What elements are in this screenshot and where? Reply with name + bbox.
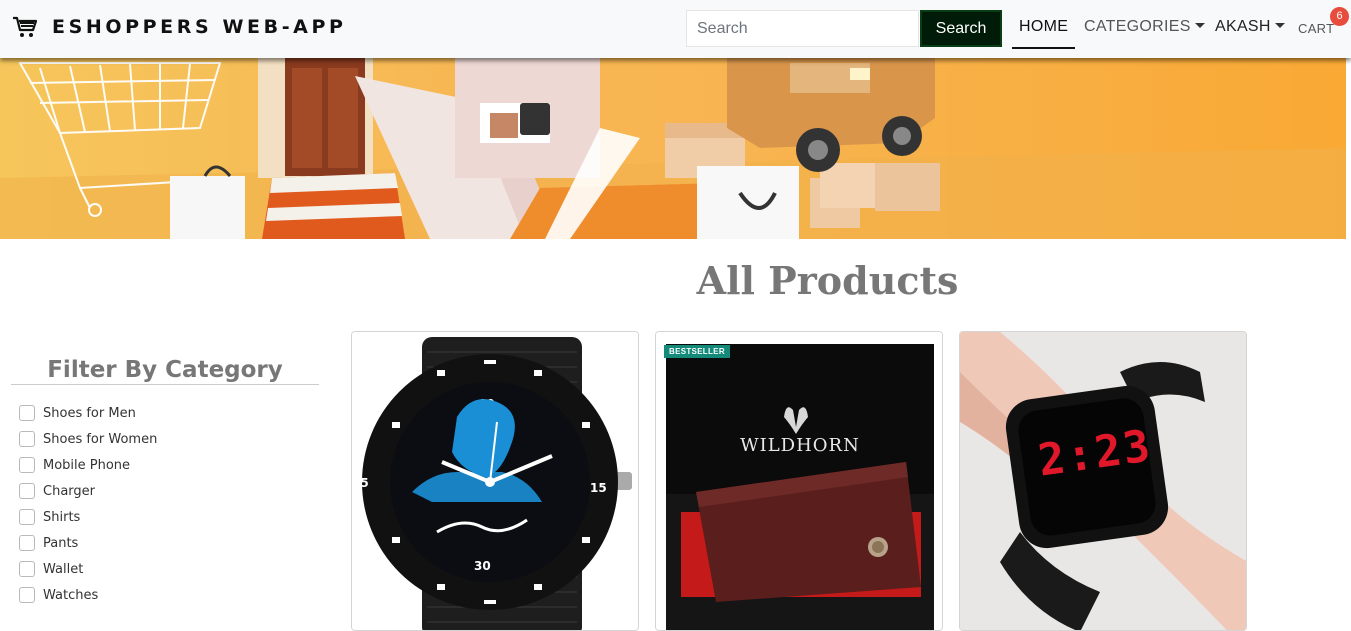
product-image-digital-watch [960, 332, 1246, 630]
nav-cart-link[interactable]: CART [1298, 21, 1334, 36]
category-label: Wallet [43, 561, 84, 577]
bestseller-badge: BESTSELLER [664, 345, 730, 358]
page-title: All Products [696, 258, 959, 303]
category-checkbox[interactable] [19, 431, 35, 447]
category-checkbox[interactable] [19, 561, 35, 577]
brand-name: ESHOPPERS WEB-APP [52, 16, 347, 38]
brand-link[interactable]: ESHOPPERS WEB-APP [12, 15, 347, 39]
search-input[interactable] [686, 10, 919, 47]
category-label: Watches [43, 587, 99, 603]
category-filter-item[interactable]: Pants [19, 530, 157, 556]
svg-text:30: 30 [474, 559, 491, 573]
category-label: Shoes for Women [43, 431, 158, 447]
nav-categories-label: CATEGORIES [1084, 18, 1191, 35]
category-label: Mobile Phone [43, 457, 131, 473]
caret-down-icon [1194, 23, 1205, 28]
nav-user-label: AKASH [1215, 18, 1271, 35]
filter-divider [11, 384, 319, 385]
category-filter-item[interactable]: Wallet [19, 556, 157, 582]
product-brand-print: WILDHORN [740, 435, 860, 456]
category-checkbox[interactable] [19, 535, 35, 551]
shopping-cart-icon [13, 16, 38, 37]
cart-count-badge: 6 [1330, 7, 1349, 26]
banner-edge [1346, 58, 1351, 239]
category-checkbox[interactable] [19, 457, 35, 473]
category-label: Charger [43, 483, 95, 499]
category-filter-item[interactable]: Mobile Phone [19, 452, 157, 478]
filter-title: Filter By Category [47, 357, 283, 383]
banner-illustration [0, 58, 1351, 239]
product-card[interactable]: 60 30 45 15 [351, 331, 639, 631]
product-image-wallet [656, 332, 942, 630]
caret-down-icon [1274, 23, 1285, 28]
category-filter-list: Shoes for Men Shoes for Women Mobile Pho… [19, 400, 157, 608]
product-card[interactable]: 2:23 [959, 331, 1247, 631]
active-nav-indicator [1012, 47, 1075, 49]
category-label: Shirts [43, 509, 81, 525]
svg-text:45: 45 [352, 476, 369, 490]
nav-categories-dropdown[interactable]: CATEGORIES [1084, 18, 1205, 36]
category-filter-item[interactable]: Shirts [19, 504, 157, 530]
category-filter-item[interactable]: Charger [19, 478, 157, 504]
nav-user-dropdown[interactable]: AKASH [1215, 18, 1285, 36]
svg-text:15: 15 [590, 481, 607, 495]
category-checkbox[interactable] [19, 587, 35, 603]
category-checkbox[interactable] [19, 405, 35, 421]
category-filter-item[interactable]: Shoes for Men [19, 400, 157, 426]
search-button[interactable]: Search [920, 10, 1002, 47]
category-filter-item[interactable]: Watches [19, 582, 157, 608]
nav-home-link[interactable]: HOME [1019, 18, 1068, 36]
product-image-analog-watch: 60 30 45 15 [352, 332, 638, 630]
category-filter-item[interactable]: Shoes for Women [19, 426, 157, 452]
category-checkbox[interactable] [19, 509, 35, 525]
product-card[interactable]: BESTSELLER WILDHORN [655, 331, 943, 631]
category-checkbox[interactable] [19, 483, 35, 499]
category-label: Pants [43, 535, 79, 551]
top-navbar: ESHOPPERS WEB-APP Search HOME CATEGORIES… [0, 0, 1351, 58]
category-label: Shoes for Men [43, 405, 136, 421]
hero-banner [0, 58, 1351, 239]
